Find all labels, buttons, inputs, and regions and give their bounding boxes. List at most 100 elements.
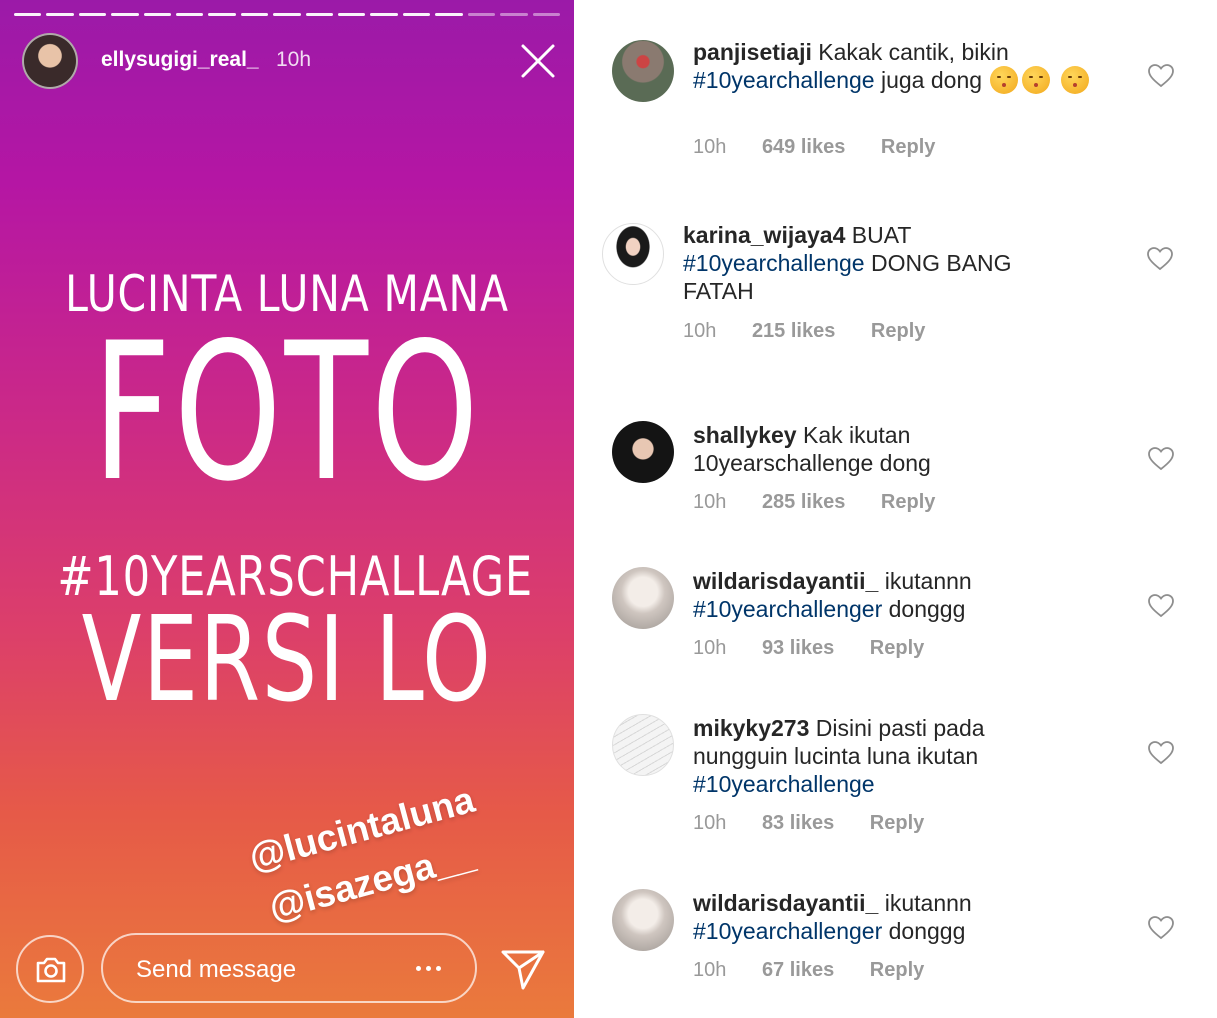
comment-likes[interactable]: 67 likes	[762, 959, 834, 981]
close-icon	[521, 44, 555, 78]
send-message-input[interactable]: Send message	[101, 933, 477, 1003]
reply-button[interactable]: Reply	[870, 637, 924, 659]
comment-username[interactable]: karina_wijaya4	[683, 222, 845, 248]
comment-body: ikutannn	[884, 568, 972, 594]
more-icon	[436, 966, 441, 971]
like-button[interactable]	[1148, 916, 1174, 940]
comment-likes[interactable]: 285 likes	[762, 491, 845, 513]
progress-segment	[14, 13, 42, 16]
like-button[interactable]	[1148, 64, 1174, 88]
comment-meta: 10h 215 likes Reply	[683, 320, 955, 343]
send-button[interactable]	[499, 944, 547, 992]
progress-segment	[532, 13, 560, 16]
comment-body: donggg	[888, 918, 966, 944]
message-placeholder: Send message	[136, 956, 297, 983]
more-options-button[interactable]	[413, 955, 443, 981]
comment-username[interactable]: shallykey	[693, 422, 797, 448]
comment-time: 10h	[693, 812, 727, 834]
comment-body: Kakak cantik, bikin	[818, 39, 1009, 65]
comment-avatar[interactable]	[602, 223, 664, 285]
reply-button[interactable]: Reply	[871, 320, 925, 342]
comment-hashtag[interactable]: #10yearchallenger	[693, 596, 882, 622]
comment-body: juga dong	[880, 67, 983, 93]
comment-avatar[interactable]	[612, 40, 674, 102]
comment-hashtag[interactable]: #10yearchallenge	[693, 67, 875, 93]
progress-segment	[111, 13, 139, 16]
progress-segment	[208, 13, 236, 16]
kissing-face-icon	[990, 66, 1019, 94]
comment-text: wildarisdayantii_ ikutannn #10yearchalle…	[693, 889, 1093, 945]
story-username[interactable]: ellysugigi_real_	[101, 48, 259, 72]
comment-username[interactable]: wildarisdayantii_	[693, 568, 878, 594]
comment-body: donggg	[888, 596, 966, 622]
comment-time: 10h	[693, 637, 727, 659]
comment-time: 10h	[693, 959, 727, 981]
comment-body: ikutannn	[884, 890, 972, 916]
comment-avatar[interactable]	[612, 714, 674, 776]
camera-button[interactable]	[16, 935, 84, 1003]
kissing-face-icon	[1022, 66, 1051, 94]
comment-likes[interactable]: 83 likes	[762, 812, 834, 834]
reply-button[interactable]: Reply	[881, 491, 935, 513]
progress-segment	[46, 13, 74, 16]
like-button[interactable]	[1148, 741, 1174, 765]
comment-hashtag[interactable]: #10yearchallenger	[693, 918, 882, 944]
progress-segment	[143, 13, 172, 16]
close-button[interactable]	[517, 40, 559, 82]
progress-segment	[78, 13, 107, 16]
comment-meta: 10h 83 likes Reply	[693, 812, 954, 835]
comment-username[interactable]: mikyky273	[693, 715, 809, 741]
like-button[interactable]	[1147, 247, 1173, 271]
comment-likes[interactable]: 215 likes	[752, 320, 835, 342]
progress-segment	[435, 13, 463, 16]
comment-username[interactable]: wildarisdayantii_	[693, 890, 878, 916]
progress-segment	[500, 13, 528, 16]
comment-meta: 10h 649 likes Reply	[693, 136, 965, 159]
comment-likes[interactable]: 649 likes	[762, 136, 845, 158]
comment-time: 10h	[693, 136, 727, 158]
comment-text: shallykey Kak ikutan 10yearschallenge do…	[693, 421, 983, 477]
comment-meta: 10h 67 likes Reply	[693, 959, 954, 982]
comment-likes[interactable]: 93 likes	[762, 637, 834, 659]
story-text-headline: FOTO	[92, 302, 482, 523]
comment-username[interactable]: panjisetiaji	[693, 39, 812, 65]
reply-button[interactable]: Reply	[881, 136, 935, 158]
comment-body: BUAT	[851, 222, 912, 248]
progress-segment	[305, 13, 334, 16]
like-button[interactable]	[1148, 447, 1174, 471]
heart-icon	[1148, 447, 1174, 471]
heart-icon	[1148, 64, 1174, 88]
comment-avatar[interactable]	[612, 567, 674, 629]
comment-meta: 10h 93 likes Reply	[693, 637, 954, 660]
story-text-line: VERSI LO	[81, 590, 493, 728]
story-progress-bar	[14, 13, 560, 17]
story-viewer[interactable]: ellysugigi_real_ 10h LUCINTA LUNA MANA F…	[0, 0, 574, 1018]
reply-button[interactable]: Reply	[870, 812, 924, 834]
heart-icon	[1148, 741, 1174, 765]
reply-button[interactable]: Reply	[870, 959, 924, 981]
comment-hashtag[interactable]: #10yearchallenge	[683, 250, 865, 276]
progress-segment	[338, 13, 366, 16]
comment-text: panjisetiaji Kakak cantik, bikin #10year…	[693, 38, 1093, 94]
progress-segment	[176, 13, 204, 16]
kissing-face-icon	[1060, 66, 1089, 94]
comment-hashtag[interactable]: #10yearchallenge	[693, 771, 875, 797]
comment-text: wildarisdayantii_ ikutannn #10yearchalle…	[693, 567, 1093, 623]
progress-segment	[240, 13, 269, 16]
comment-time: 10h	[683, 320, 717, 342]
comment-meta: 10h 285 likes Reply	[693, 491, 965, 514]
comment-text: mikyky273 Disini pasti pada nungguin luc…	[693, 714, 1003, 798]
comments-panel: panjisetiaji Kakak cantik, bikin #10year…	[574, 0, 1217, 1018]
camera-icon	[36, 957, 66, 983]
heart-icon	[1148, 916, 1174, 940]
heart-icon	[1147, 247, 1173, 271]
progress-segment	[467, 13, 496, 16]
progress-segment	[370, 13, 398, 16]
more-icon	[426, 966, 431, 971]
comment-avatar[interactable]	[612, 889, 674, 951]
comment-avatar[interactable]	[612, 421, 674, 483]
progress-segment	[273, 13, 301, 16]
story-timestamp: 10h	[276, 48, 312, 71]
story-user-avatar[interactable]	[22, 33, 78, 89]
like-button[interactable]	[1148, 594, 1174, 618]
